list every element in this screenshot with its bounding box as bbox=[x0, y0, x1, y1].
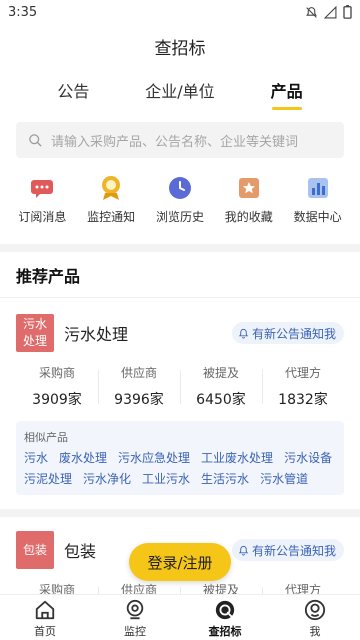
tab-bar: 公告 企业/单位 产品 bbox=[0, 68, 360, 110]
similar-tag[interactable]: 污水净化 bbox=[83, 472, 131, 487]
notify-label: 有新公告通知我 bbox=[251, 326, 336, 341]
stat-mentioned[interactable]: 被提及 6450家 bbox=[180, 364, 262, 409]
similar-tag[interactable]: 污水管道 bbox=[260, 472, 308, 487]
stat-label: 供应商 bbox=[120, 366, 157, 380]
tab-announcements[interactable]: 公告 bbox=[28, 68, 118, 110]
quick-monitor[interactable]: 监控通知 bbox=[79, 176, 143, 244]
product-card-header: 污水处理 污水处理 有新公告通知我 bbox=[16, 314, 344, 352]
login-register-button[interactable]: 登录/注册 bbox=[129, 543, 231, 581]
similar-tag[interactable]: 污水 bbox=[24, 451, 48, 466]
quick-history[interactable]: 浏览历史 bbox=[148, 176, 212, 244]
similar-tag[interactable]: 生活污水 bbox=[201, 472, 249, 487]
stat-label: 代理方 bbox=[284, 366, 321, 380]
medal-icon bbox=[99, 176, 123, 200]
stat-agents[interactable]: 代理方 1832家 bbox=[262, 364, 344, 409]
product-card[interactable]: 污水处理 污水处理 有新公告通知我 采购商 3909家 供应商 9396家 被提… bbox=[0, 298, 360, 495]
quick-favorites[interactable]: 我的收藏 bbox=[217, 176, 281, 244]
nav-label: 首页 bbox=[34, 625, 56, 638]
similar-tag[interactable]: 工业污水 bbox=[142, 472, 190, 487]
nav-search-bid[interactable]: 查招标 bbox=[190, 595, 260, 640]
similar-tag[interactable]: 污水应急处理 bbox=[118, 451, 190, 466]
stat-value: 1832家 bbox=[278, 392, 328, 408]
nav-label: 监控 bbox=[124, 625, 146, 638]
similar-tag[interactable]: 污泥处理 bbox=[24, 472, 72, 487]
nav-home[interactable]: 首页 bbox=[10, 595, 80, 640]
search-input[interactable]: 请输入采购产品、公告名称、企业等关键词 bbox=[16, 122, 344, 158]
bar-chart-icon bbox=[306, 176, 330, 200]
stat-buyers[interactable]: 采购商 3909家 bbox=[16, 364, 98, 409]
quick-datacenter[interactable]: 数据中心 bbox=[286, 176, 350, 244]
status-icons bbox=[305, 5, 352, 19]
search-bid-icon bbox=[215, 600, 235, 620]
quick-subscribe-label: 订阅消息 bbox=[18, 210, 67, 224]
quick-datacenter-label: 数据中心 bbox=[293, 210, 342, 224]
similar-tag[interactable]: 污水设备 bbox=[284, 451, 332, 466]
status-time: 3:35 bbox=[8, 4, 38, 20]
notify-button[interactable]: 有新公告通知我 bbox=[231, 539, 344, 561]
profile-icon bbox=[304, 599, 326, 621]
clock-icon bbox=[168, 176, 192, 200]
section-title: 推荐产品 bbox=[0, 252, 360, 298]
nav-label: 我 bbox=[309, 625, 321, 638]
tab-products[interactable]: 产品 bbox=[242, 68, 332, 110]
notifications-off-icon bbox=[306, 6, 317, 18]
similar-products: 相似产品 污水 废水处理 污水应急处理 工业废水处理 污水设备 污泥处理 污水净… bbox=[16, 421, 344, 495]
signal-icon bbox=[324, 5, 337, 18]
quick-monitor-label: 监控通知 bbox=[87, 210, 136, 224]
camera-icon bbox=[126, 599, 144, 620]
similar-tags: 污水 废水处理 污水应急处理 工业废水处理 污水设备 污泥处理 污水净化 工业污… bbox=[24, 451, 336, 487]
search-icon bbox=[29, 133, 42, 147]
stat-value: 6450家 bbox=[196, 392, 246, 408]
notify-button[interactable]: 有新公告通知我 bbox=[231, 322, 344, 344]
stat-label: 被提及 bbox=[202, 366, 239, 380]
page-title: 查招标 bbox=[154, 38, 206, 59]
message-icon bbox=[30, 176, 54, 200]
nav-me[interactable]: 我 bbox=[280, 595, 350, 640]
search-placeholder: 请输入采购产品、公告名称、企业等关键词 bbox=[51, 134, 299, 150]
similar-title: 相似产品 bbox=[24, 431, 68, 444]
similar-tag[interactable]: 工业废水处理 bbox=[201, 451, 273, 466]
product-badge: 包装 bbox=[16, 531, 54, 569]
stat-suppliers[interactable]: 供应商 9396家 bbox=[98, 364, 180, 409]
bell-icon bbox=[238, 328, 249, 339]
product-name: 污水处理 bbox=[64, 325, 129, 344]
quick-history-label: 浏览历史 bbox=[155, 210, 204, 224]
stat-value: 9396家 bbox=[114, 392, 164, 408]
section-divider bbox=[0, 244, 360, 252]
quick-favorites-label: 我的收藏 bbox=[224, 210, 273, 224]
quick-actions: 订阅消息 监控通知 浏览历史 我的收藏 数据中心 bbox=[0, 158, 360, 244]
status-bar: 3:35 bbox=[0, 0, 360, 24]
product-badge: 污水处理 bbox=[16, 314, 54, 352]
battery-icon bbox=[343, 5, 352, 19]
card-divider bbox=[0, 509, 360, 517]
notify-label: 有新公告通知我 bbox=[251, 543, 336, 558]
home-icon bbox=[35, 600, 55, 620]
similar-tag[interactable]: 废水处理 bbox=[59, 451, 107, 466]
bottom-nav: 首页 监控 查招标 我 bbox=[0, 594, 360, 640]
bell-icon bbox=[238, 545, 249, 556]
stat-value: 3909家 bbox=[32, 392, 82, 408]
quick-subscribe[interactable]: 订阅消息 bbox=[10, 176, 74, 244]
nav-monitor[interactable]: 监控 bbox=[100, 595, 170, 640]
stat-label: 采购商 bbox=[38, 366, 75, 380]
tab-companies[interactable]: 企业/单位 bbox=[135, 68, 225, 110]
product-stats: 采购商 3909家 供应商 9396家 被提及 6450家 代理方 1832家 bbox=[16, 364, 344, 409]
app-screen: 3:35 查招标 公告 企业/单位 产品 请输入采购产品、公告名称、企业等关键词… bbox=[0, 0, 360, 640]
star-icon bbox=[237, 176, 261, 200]
nav-label: 查招标 bbox=[208, 625, 242, 638]
